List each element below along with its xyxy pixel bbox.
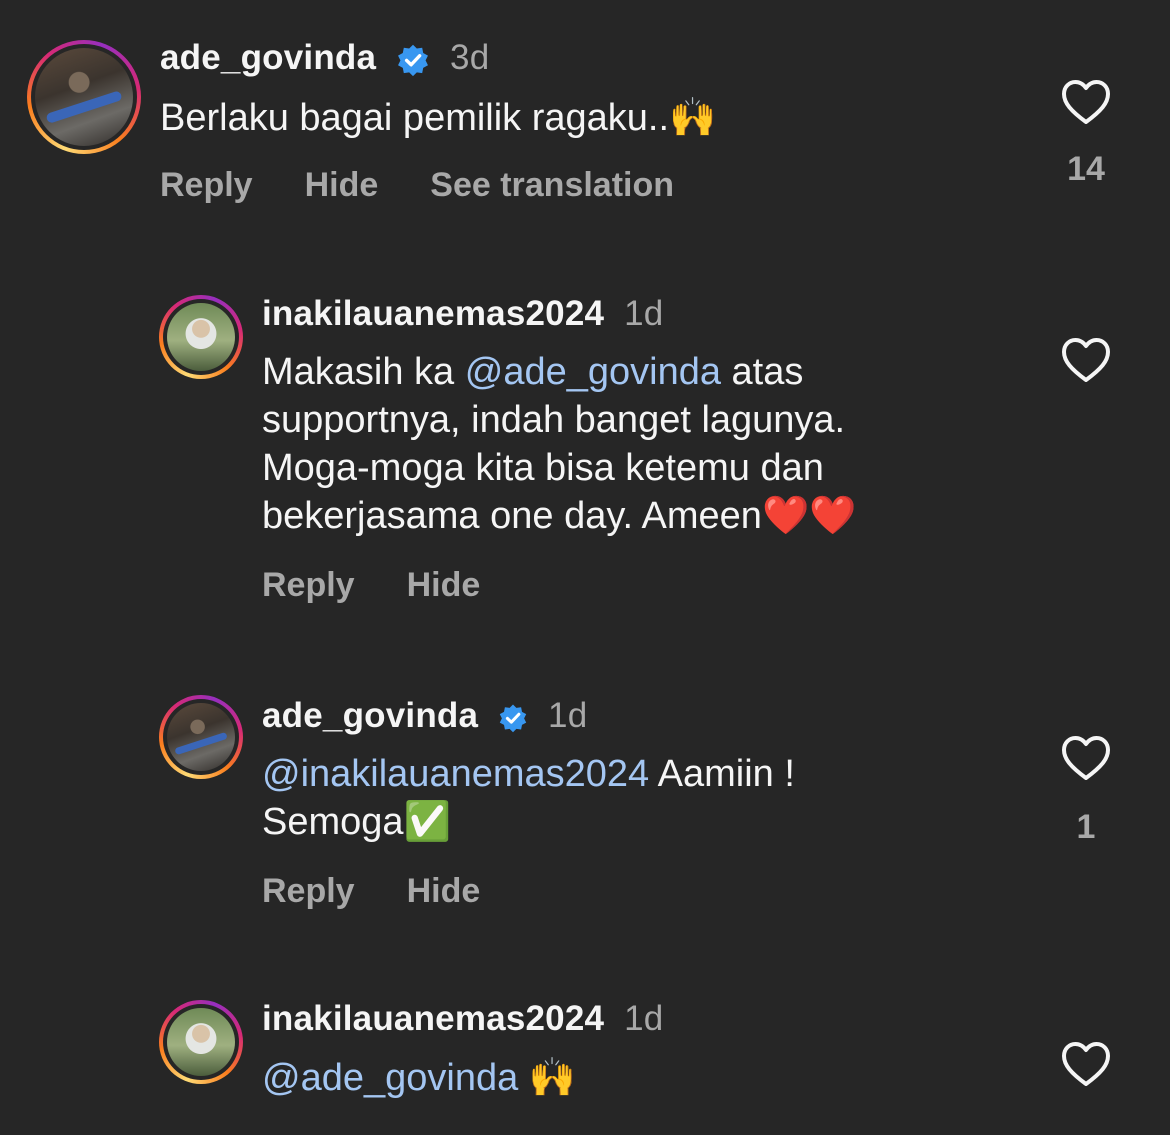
- avatar-inakilauanemas2024[interactable]: [159, 1000, 243, 1084]
- avatar-photo: [167, 1008, 235, 1076]
- reply-button[interactable]: Reply: [262, 566, 355, 605]
- hide-button[interactable]: Hide: [407, 566, 481, 605]
- comment-line-2: supportnya, indah banget lagunya.: [262, 399, 846, 441]
- comment-header: inakilauanemas2024 1d: [262, 999, 663, 1039]
- username[interactable]: ade_govinda: [262, 696, 478, 735]
- comment-header: ade_govinda 1d: [262, 696, 587, 736]
- avatar-ring: [163, 699, 239, 775]
- verified-badge-icon: [499, 704, 527, 732]
- mention-link[interactable]: @ade_govinda: [465, 351, 721, 393]
- like-heart-icon[interactable]: [1061, 735, 1111, 781]
- mention-link[interactable]: @inakilauanemas2024: [262, 753, 649, 795]
- comment-line-1: @inakilauanemas2024 Aamiin !: [262, 753, 795, 795]
- avatar-ade-govinda[interactable]: [27, 40, 141, 154]
- comment-line-2: Semoga✅: [262, 801, 451, 843]
- avatar-photo: [167, 703, 235, 771]
- avatar-inakilauanemas2024[interactable]: [159, 295, 243, 379]
- like-count: 14: [1067, 150, 1105, 188]
- mention-link[interactable]: @ade_govinda: [262, 1057, 518, 1099]
- see-translation-button[interactable]: See translation: [430, 166, 674, 205]
- reply-button[interactable]: Reply: [160, 166, 253, 205]
- comment-text: Makasih ka @ade_govinda atas supportnya,…: [262, 348, 857, 540]
- timestamp: 1d: [624, 294, 664, 333]
- timestamp: 1d: [548, 696, 588, 735]
- like-count: 1: [1076, 808, 1096, 846]
- verified-badge-icon: [398, 44, 429, 76]
- comment-header: inakilauanemas2024 1d: [262, 294, 663, 334]
- avatar-photo: [167, 303, 235, 371]
- username[interactable]: ade_govinda: [160, 38, 376, 77]
- timestamp: 3d: [450, 38, 490, 77]
- username[interactable]: inakilauanemas2024: [262, 294, 604, 333]
- avatar-ring: [31, 44, 137, 150]
- comment-actions: Reply Hide: [262, 872, 480, 911]
- comment-text: @ade_govinda 🙌: [262, 1057, 577, 1099]
- comment-text: @inakilauanemas2024 Aamiin ! Semoga✅: [262, 750, 795, 846]
- avatar-ring: [163, 1004, 239, 1080]
- comment-text: Berlaku bagai pemilik ragaku..🙌: [160, 97, 717, 139]
- avatar-ring: [163, 299, 239, 375]
- reply-button[interactable]: Reply: [262, 872, 355, 911]
- like-heart-icon[interactable]: [1061, 1041, 1111, 1087]
- timestamp: 1d: [624, 999, 664, 1038]
- like-heart-icon[interactable]: [1061, 79, 1111, 125]
- comment-line-4: bekerjasama one day. Ameen❤️❤️: [262, 495, 857, 537]
- comment-header: ade_govinda 3d: [160, 38, 489, 78]
- comment-actions: Reply Hide See translation: [160, 166, 674, 205]
- username[interactable]: inakilauanemas2024: [262, 999, 604, 1038]
- hide-button[interactable]: Hide: [305, 166, 379, 205]
- avatar-ade-govinda[interactable]: [159, 695, 243, 779]
- hide-button[interactable]: Hide: [407, 872, 481, 911]
- like-heart-icon[interactable]: [1061, 337, 1111, 383]
- avatar-photo: [35, 48, 133, 146]
- comment-line-1: Makasih ka @ade_govinda atas: [262, 351, 804, 393]
- comment-actions: Reply Hide: [262, 566, 480, 605]
- comment-line-3: Moga-moga kita bisa ketemu dan: [262, 447, 824, 489]
